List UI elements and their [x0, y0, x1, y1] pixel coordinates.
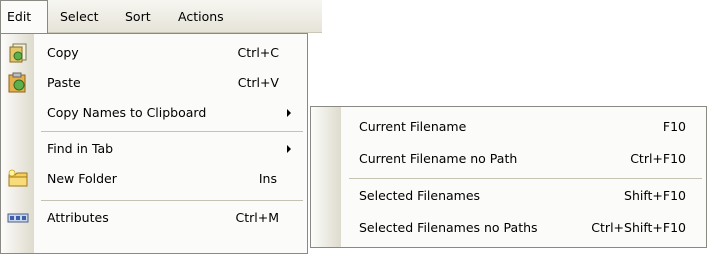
submenu-item-shortcut: Ctrl+F10	[630, 151, 686, 166]
menu-actions[interactable]: Actions	[172, 0, 230, 33]
submenu-item-selected-filenames-no-paths[interactable]: Selected Filenames no Paths Ctrl+Shift+F…	[311, 213, 706, 243]
menu-item-label: Copy	[47, 45, 79, 60]
new-folder-icon	[7, 168, 29, 190]
submenu-item-shortcut: F10	[662, 119, 686, 134]
submenu-item-label: Current Filename no Path	[359, 151, 518, 166]
copy-icon	[7, 42, 29, 64]
submenu-arrow-icon	[287, 109, 291, 117]
menu-item-shortcut: Ctrl+V	[237, 75, 279, 90]
menu-item-label: Copy Names to Clipboard	[47, 105, 207, 120]
edit-menu: Copy Ctrl+C Paste Ctrl+V Copy Names to C…	[0, 33, 308, 254]
submenu-item-shortcut: Shift+F10	[624, 188, 686, 203]
menu-item-label: New Folder	[47, 171, 117, 186]
menu-item-label: Find in Tab	[47, 141, 114, 156]
menu-item-shortcut: Ctrl+C	[237, 45, 279, 60]
menu-edit[interactable]: Edit	[0, 0, 48, 34]
menu-item-shortcut: Ins	[258, 171, 277, 186]
menu-item-paste[interactable]: Paste Ctrl+V	[1, 68, 307, 98]
attributes-icon	[7, 207, 29, 229]
menu-item-find-in-tab[interactable]: Find in Tab	[1, 134, 307, 164]
submenu-item-label: Current Filename	[359, 119, 467, 134]
submenu-item-label: Selected Filenames no Paths	[359, 220, 538, 235]
submenu-item-selected-filenames[interactable]: Selected Filenames Shift+F10	[311, 181, 706, 211]
paste-icon	[7, 72, 29, 94]
screenshot-stage: Edit Select Sort Actions Copy Ctrl+C Pas…	[0, 0, 707, 254]
submenu-item-shortcut: Ctrl+Shift+F10	[591, 220, 686, 235]
submenu-separator	[349, 178, 702, 179]
menu-item-copy[interactable]: Copy Ctrl+C	[1, 38, 307, 68]
menu-item-copy-names-to-clipboard[interactable]: Copy Names to Clipboard	[1, 98, 307, 128]
menu-item-attributes[interactable]: Attributes Ctrl+M	[1, 203, 307, 233]
submenu-item-current-filename-no-path[interactable]: Current Filename no Path Ctrl+F10	[311, 144, 706, 174]
menu-bar: Edit Select Sort Actions	[0, 0, 322, 34]
menu-item-label: Paste	[47, 75, 81, 90]
clipboard-submenu: Current Filename F10 Current Filename no…	[310, 106, 707, 248]
submenu-item-current-filename[interactable]: Current Filename F10	[311, 112, 706, 142]
menu-sort-label: Sort	[125, 9, 151, 24]
menu-separator	[41, 200, 303, 201]
menu-select-label: Select	[60, 9, 99, 24]
menu-select[interactable]: Select	[54, 0, 105, 33]
menu-edit-label: Edit	[7, 9, 32, 24]
menu-item-new-folder[interactable]: New Folder Ins	[1, 164, 307, 194]
submenu-arrow-icon	[287, 145, 291, 153]
submenu-item-label: Selected Filenames	[359, 188, 481, 203]
menu-separator	[41, 131, 303, 132]
menu-sort[interactable]: Sort	[119, 0, 157, 33]
menu-item-label: Attributes	[47, 210, 109, 225]
menu-actions-label: Actions	[178, 9, 224, 24]
menu-item-shortcut: Ctrl+M	[235, 210, 280, 225]
